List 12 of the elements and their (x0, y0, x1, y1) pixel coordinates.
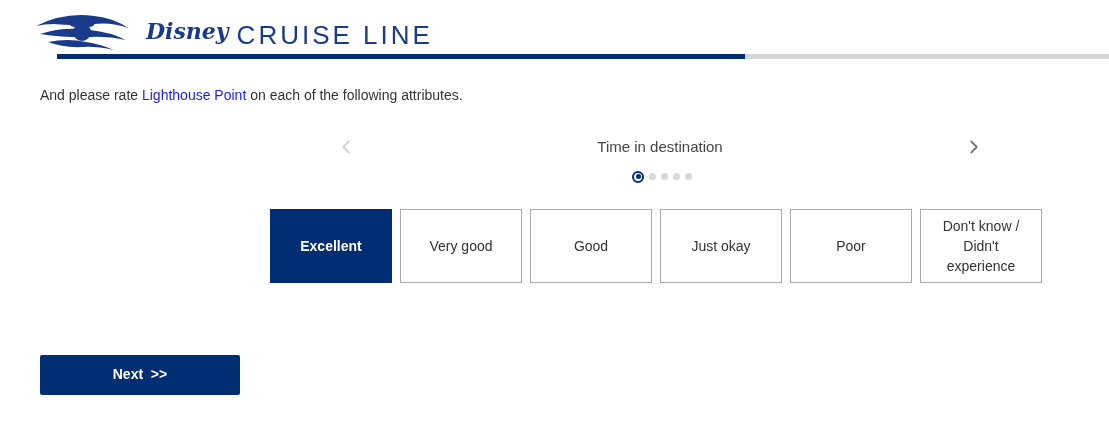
rating-option[interactable]: Very good (400, 208, 522, 283)
rating-option[interactable]: Good (530, 208, 652, 283)
destination-link[interactable]: Lighthouse Point (141, 87, 247, 103)
attribute-title: Time in destination (597, 137, 723, 157)
next-button[interactable]: Next >> (40, 354, 240, 395)
rating-option[interactable]: Poor (790, 208, 912, 283)
rating-option[interactable]: Don't know / Didn't experience (920, 208, 1042, 283)
logo-product: CRUISE LINE (236, 21, 433, 48)
logo-brand: Disney (146, 16, 229, 46)
question-text: And please rate Lighthouse Point on each of the following attributes. (40, 86, 464, 105)
rating-option[interactable]: Just okay (660, 208, 782, 283)
rating-option[interactable]: Excellent (270, 208, 392, 283)
